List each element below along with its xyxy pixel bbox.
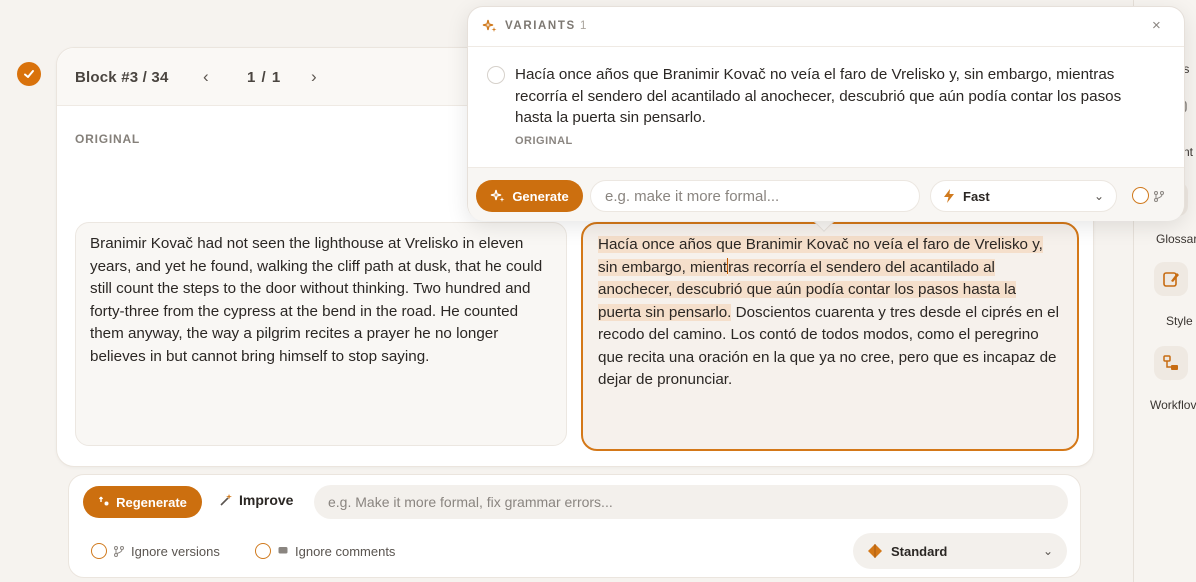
variants-popup: VARIANTS 1 × Hacía once años que Branimi… — [467, 6, 1185, 221]
magic-wand-icon — [220, 494, 232, 506]
popup-footer: Generate Fast ⌄ — [468, 167, 1184, 221]
chevron-right-icon[interactable]: › — [311, 67, 317, 87]
original-label: ORIGINAL — [75, 132, 141, 146]
sparkles-icon — [482, 18, 498, 39]
quality-label: Standard — [891, 543, 948, 559]
sidebar-item-label: Workflov — [1150, 398, 1196, 412]
source-text: Branimir Kovač had not seen the lighthou… — [75, 222, 567, 446]
branch-icon — [1154, 190, 1164, 202]
workflow-icon — [1154, 346, 1188, 380]
speed-select[interactable]: Fast ⌄ — [930, 180, 1117, 212]
close-icon[interactable]: × — [1152, 17, 1161, 34]
radio-button[interactable] — [91, 543, 107, 559]
lightning-icon — [944, 189, 954, 203]
block-label: Block #3 / 34 — [75, 69, 169, 86]
improve-instruction-input[interactable] — [314, 485, 1068, 519]
regenerate-label: Regenerate — [116, 494, 187, 510]
improve-label: Improve — [239, 492, 294, 508]
ignore-comments-toggle[interactable]: Ignore comments — [255, 543, 395, 559]
sidebar-item-label: Style — [1166, 314, 1193, 328]
chevron-left-icon[interactable]: ‹ — [203, 67, 209, 87]
ignore-versions-label: Ignore versions — [131, 543, 220, 559]
generate-label: Generate — [512, 188, 569, 204]
check-icon — [24, 70, 34, 78]
ignore-comments-label: Ignore comments — [295, 543, 396, 559]
block-confirmed-check[interactable] — [17, 62, 41, 86]
improve-button[interactable]: Improve — [219, 492, 293, 508]
variant-select-radio[interactable] — [487, 66, 505, 84]
variant-text[interactable]: Hacía once años que Branimir Kovač no ve… — [515, 64, 1155, 129]
chevron-down-icon: ⌄ — [1042, 544, 1053, 558]
sparkles-icon — [491, 189, 505, 202]
quality-select[interactable]: Standard ⌄ — [853, 533, 1067, 569]
generate-button[interactable]: Generate — [476, 180, 583, 212]
sidebar-item-workflow[interactable]: Workflov — [1134, 346, 1196, 412]
variant-instruction-input[interactable] — [590, 180, 920, 212]
chevron-down-icon: ⌄ — [1093, 189, 1104, 203]
regenerate-icon — [99, 496, 109, 506]
version-indicator: 1 / 1 — [247, 69, 282, 86]
ignore-versions-toggle[interactable]: Ignore versions — [91, 543, 220, 559]
radio-button[interactable] — [255, 543, 271, 559]
regenerate-button[interactable]: Regenerate — [83, 486, 202, 518]
radio-button[interactable] — [1132, 187, 1149, 204]
sidebar-item-style[interactable]: Style — [1134, 262, 1196, 328]
branch-icon — [114, 546, 124, 557]
variant-versions-toggle[interactable] — [1132, 187, 1165, 204]
popup-header: VARIANTS 1 × — [468, 7, 1184, 47]
diamond-icon — [868, 544, 882, 558]
target-editor[interactable]: Hacía once años que Branimir Kovač no ve… — [581, 222, 1079, 451]
pencil-square-icon — [1154, 262, 1188, 296]
popup-title: VARIANTS — [505, 20, 576, 32]
edit-toolbar: Regenerate Improve Ignore versions Ignor… — [68, 474, 1081, 578]
sidebar-item-label: Glossar — [1156, 232, 1196, 246]
variant-count: 1 — [580, 20, 587, 32]
variant-source-tag: ORIGINAL — [515, 135, 573, 147]
comment-icon — [278, 547, 288, 554]
speed-label: Fast — [963, 188, 990, 204]
